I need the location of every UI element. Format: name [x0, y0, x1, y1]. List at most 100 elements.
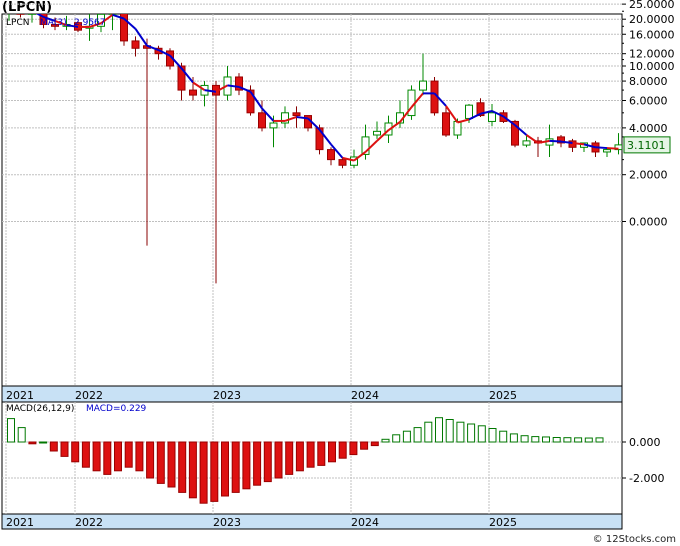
macd-legend-value: MACD=0.229 — [86, 404, 147, 414]
macd-bar — [7, 418, 15, 443]
macd-bar — [392, 434, 401, 443]
macd-bar — [542, 436, 550, 443]
macd-bar — [360, 441, 369, 450]
macd-bar — [199, 441, 208, 504]
macd-bar — [295, 441, 304, 472]
macd-y-tick-label: -2.000 — [629, 472, 664, 485]
macd-bar — [317, 441, 326, 466]
macd-bar — [595, 437, 604, 443]
candle-body — [269, 122, 278, 129]
macd-bar — [456, 421, 465, 443]
macd-bar — [39, 441, 48, 444]
macd-bar — [178, 441, 187, 493]
macd-bar — [488, 428, 497, 443]
macd-bar — [188, 441, 197, 499]
x-tick-label: 2025 — [489, 389, 517, 402]
ma-line-segment — [549, 139, 562, 143]
macd-bar — [435, 417, 443, 443]
y-tick-label: 10.0000 — [629, 60, 675, 73]
y-tick-label: 6.0000 — [629, 94, 668, 107]
macd-bar — [221, 441, 229, 497]
x-tick-label-lower: 2023 — [213, 516, 241, 529]
candle-body — [488, 112, 496, 122]
macd-bar — [413, 427, 422, 443]
y-tick-label: 12.0000 — [629, 48, 675, 61]
candle-body — [292, 112, 301, 117]
macd-bar — [263, 441, 272, 483]
macd-bar — [349, 441, 358, 456]
y-tick-label: 4.0000 — [629, 122, 668, 135]
x-tick-label-lower: 2025 — [489, 516, 517, 529]
ma-line-segment — [572, 141, 585, 146]
y-tick-label: 20.0000 — [629, 13, 675, 26]
candle-body — [603, 149, 611, 153]
x-tick-label-lower: 2024 — [351, 516, 379, 529]
y-tick-label: 2.0000 — [629, 169, 668, 182]
candle-body — [522, 140, 531, 146]
macd-bar — [49, 441, 58, 452]
candle-body — [258, 112, 266, 129]
x-tick-label: 2021 — [6, 389, 34, 402]
macd-bar — [103, 441, 112, 475]
macd-bar — [381, 438, 390, 443]
legend-ma-label: MA(3) — [40, 18, 67, 28]
macd-bar — [17, 427, 26, 443]
macd-bar — [253, 441, 262, 486]
macd-bar — [71, 441, 80, 463]
macd-bar — [146, 441, 155, 479]
macd-bar — [28, 441, 37, 445]
candle-body — [327, 149, 335, 161]
candle-body — [246, 89, 255, 114]
y-tick-label: 0.0000 — [629, 216, 668, 229]
macd-bar — [574, 437, 583, 443]
macd-bar — [584, 437, 593, 443]
macd-y-tick-label: 0.000 — [629, 436, 661, 449]
macd-bar — [60, 441, 69, 457]
y-tick-label: 8.0000 — [629, 75, 668, 88]
macd-bar — [92, 441, 101, 472]
macd-bar — [552, 437, 561, 443]
y-tick-label: 16.0000 — [629, 28, 675, 41]
macd-bar — [563, 437, 572, 443]
macd-bar — [114, 441, 122, 472]
macd-bar — [156, 441, 165, 484]
ma-line-segment — [606, 147, 619, 150]
macd-bar — [402, 430, 411, 443]
macd-bar — [285, 441, 294, 475]
macd-bar — [509, 433, 518, 443]
x-tick-label-lower: 2021 — [6, 516, 34, 529]
price-panel — [1, 13, 623, 387]
ma-line-segment — [560, 140, 573, 144]
x-tick-label-lower: 2022 — [75, 516, 103, 529]
macd-bar — [167, 441, 176, 488]
macd-bar — [424, 421, 433, 443]
macd-bar — [81, 441, 90, 468]
candle-body — [373, 130, 381, 136]
candle-body — [120, 14, 128, 42]
macd-bar — [370, 441, 379, 447]
candle-body — [453, 120, 462, 136]
legend-series: LPCN — [6, 18, 29, 28]
macd-bar — [231, 441, 240, 493]
last-price-label: 3.1101 — [627, 139, 666, 152]
x-tick-label: 2023 — [213, 389, 241, 402]
macd-bar — [445, 419, 454, 443]
candle-body — [465, 104, 473, 119]
ma-line-segment — [595, 146, 608, 150]
macd-bar — [242, 441, 251, 490]
candle-body — [108, 14, 117, 15]
macd-bar — [210, 441, 219, 502]
candle-body — [16, 14, 25, 15]
macd-bar — [467, 423, 476, 443]
y-tick-label: 25.0000 — [629, 0, 675, 11]
x-tick-label: 2022 — [75, 389, 103, 402]
candle-body — [131, 40, 140, 49]
macd-bar — [477, 425, 486, 443]
macd-bar — [531, 436, 540, 443]
candle-body — [6, 5, 13, 11]
x-tick-label: 2024 — [351, 389, 379, 402]
stock-chart: 30.000025.000020.000016.000012.000010.00… — [1, 0, 675, 530]
candle-body — [189, 89, 197, 96]
candle-body — [338, 159, 347, 166]
macd-bar — [499, 430, 508, 443]
